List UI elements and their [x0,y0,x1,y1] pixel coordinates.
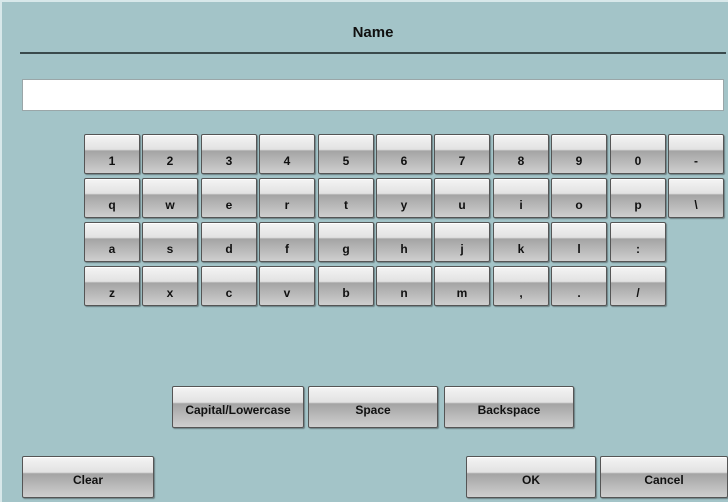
key-3-9[interactable]: / [610,266,666,306]
space-button[interactable]: Space [308,386,438,428]
key-3-3[interactable]: v [259,266,315,306]
key-3-8[interactable]: . [551,266,607,306]
key-0-2[interactable]: 3 [201,134,257,174]
key-0-7[interactable]: 8 [493,134,549,174]
capital-lowercase-button[interactable]: Capital/Lowercase [172,386,304,428]
name-input[interactable] [22,79,724,111]
key-0-4[interactable]: 5 [318,134,374,174]
key-1-4[interactable]: t [318,178,374,218]
key-0-0[interactable]: 1 [84,134,140,174]
key-3-5[interactable]: n [376,266,432,306]
key-2-4[interactable]: g [318,222,374,262]
key-2-2[interactable]: d [201,222,257,262]
key-0-3[interactable]: 4 [259,134,315,174]
key-1-3[interactable]: r [259,178,315,218]
name-entry-dialog: Name 1 2 3 4 5 6 7 8 9 0- q w e r t y u i o p \ a s d f g h j k l: z x c… [0,0,728,502]
cancel-button[interactable]: Cancel [600,456,728,498]
key-3-7[interactable]: , [493,266,549,306]
key-0-1[interactable]: 2 [142,134,198,174]
key-3-2[interactable]: c [201,266,257,306]
dialog-title: Name [352,24,394,41]
key-2-7[interactable]: k [493,222,549,262]
key-1-5[interactable]: y [376,178,432,218]
clear-button[interactable]: Clear [22,456,154,498]
key-1-1[interactable]: w [142,178,198,218]
key-0-8[interactable]: 9 [551,134,607,174]
key-3-1[interactable]: x [142,266,198,306]
key-2-0[interactable]: a [84,222,140,262]
key-1-6[interactable]: u [434,178,490,218]
key-0-6[interactable]: 7 [434,134,490,174]
key-3-4[interactable]: b [318,266,374,306]
key-2-9[interactable]: : [610,222,666,262]
key-3-6[interactable]: m [434,266,490,306]
key-1-2[interactable]: e [201,178,257,218]
ok-button[interactable]: OK [466,456,596,498]
key-2-6[interactable]: j [434,222,490,262]
title-divider [20,52,726,54]
key-1-10[interactable]: \ [668,178,724,218]
key-0-5[interactable]: 6 [376,134,432,174]
key-1-8[interactable]: o [551,178,607,218]
key-3-0[interactable]: z [84,266,140,306]
key-1-7[interactable]: i [493,178,549,218]
key-2-8[interactable]: l [551,222,607,262]
key-0-10[interactable]: - [668,134,724,174]
backspace-button[interactable]: Backspace [444,386,574,428]
key-0-9[interactable]: 0 [610,134,666,174]
key-1-9[interactable]: p [610,178,666,218]
key-1-0[interactable]: q [84,178,140,218]
key-2-5[interactable]: h [376,222,432,262]
key-2-1[interactable]: s [142,222,198,262]
key-2-3[interactable]: f [259,222,315,262]
